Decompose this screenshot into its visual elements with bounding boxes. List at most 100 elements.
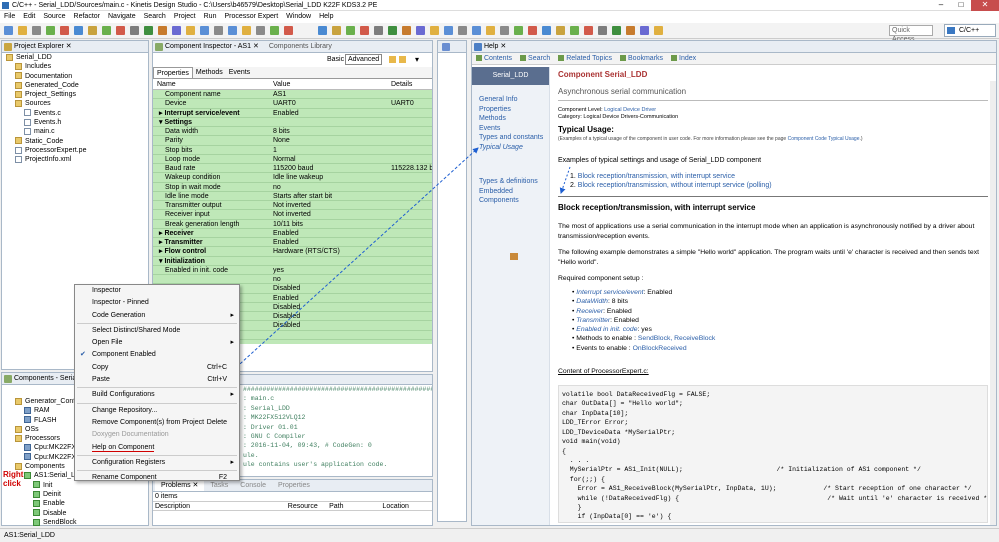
- property-value[interactable]: Disabled: [273, 312, 391, 320]
- description-column-header[interactable]: Description: [153, 502, 286, 510]
- context-component-enabled[interactable]: ✔ Component Enabled: [75, 349, 239, 361]
- property-row[interactable]: Stop in wait mode no: [153, 183, 432, 192]
- level-link[interactable]: Logical Device Driver: [604, 107, 656, 113]
- context-build-configurations[interactable]: Build Configurations ▸: [75, 389, 239, 401]
- help-index-button[interactable]: Index: [671, 53, 696, 64]
- path-column-header[interactable]: Path: [327, 502, 380, 510]
- property-value[interactable]: Normal: [273, 155, 391, 163]
- property-row[interactable]: Transmitter output Not inverted: [153, 201, 432, 211]
- menu-window[interactable]: Window: [282, 11, 315, 23]
- property-row[interactable]: ▸ Receiver Enabled: [153, 229, 432, 238]
- events-tab[interactable]: Events: [226, 67, 253, 78]
- toolbar-button-icon[interactable]: [542, 26, 551, 35]
- problems-tab-console[interactable]: Console: [234, 480, 272, 491]
- tree-item-processorexpert-pe[interactable]: ProcessorExpert.pe: [2, 146, 148, 155]
- property-row[interactable]: Loop mode Normal: [153, 155, 432, 164]
- context-select-distinct-shared-mode[interactable]: Select Distinct/Shared Mode: [75, 325, 239, 337]
- property-row[interactable]: Receiver input Not inverted: [153, 210, 432, 220]
- resource-column-header[interactable]: Resource: [286, 502, 327, 510]
- toolbar-button-icon[interactable]: [200, 26, 209, 35]
- toolbar-button-icon[interactable]: [88, 26, 97, 35]
- toolbar-button-icon[interactable]: [612, 26, 621, 35]
- menu-edit[interactable]: Edit: [19, 11, 39, 23]
- property-value[interactable]: yes: [273, 266, 391, 274]
- menu-navigate[interactable]: Navigate: [104, 11, 140, 23]
- toolbar-button-icon[interactable]: [186, 26, 195, 35]
- toolbar-button-icon[interactable]: [458, 26, 467, 35]
- menu-file[interactable]: File: [0, 11, 19, 23]
- property-value[interactable]: no: [273, 183, 391, 191]
- nav-link-general-info[interactable]: General Info: [479, 95, 549, 105]
- toolbar-button-icon[interactable]: [514, 26, 523, 35]
- close-window-button[interactable]: ✕: [971, 0, 999, 11]
- property-value[interactable]: 1: [273, 146, 391, 154]
- minimize-button[interactable]: –: [931, 0, 951, 11]
- toolbar-button-icon[interactable]: [570, 26, 579, 35]
- problems-tab-properties[interactable]: Properties: [272, 480, 316, 491]
- property-row[interactable]: no: [153, 275, 432, 285]
- methods-tab[interactable]: Methods: [193, 67, 226, 78]
- perspective-cpp-button[interactable]: C/C++: [944, 24, 996, 37]
- context-rename-component[interactable]: Rename Component F2: [75, 472, 239, 484]
- example-link[interactable]: Block reception/transmission, without in…: [578, 182, 772, 189]
- property-value[interactable]: no: [273, 275, 391, 283]
- tree-item-disable[interactable]: Disable: [2, 509, 148, 518]
- tree-item-generated-code[interactable]: Generated_Code: [2, 81, 148, 90]
- tree-item-project-settings[interactable]: Project_Settings: [2, 90, 148, 99]
- toolbar-button-icon[interactable]: [640, 26, 649, 35]
- toolbar-button-icon[interactable]: [654, 26, 663, 35]
- requirement-link[interactable]: SendBlock, ReceiveBlock: [638, 335, 715, 342]
- menu-project[interactable]: Project: [170, 11, 200, 23]
- properties-tab[interactable]: Properties: [153, 67, 193, 78]
- back-arrow-icon[interactable]: [389, 56, 396, 63]
- property-value[interactable]: Disabled: [273, 321, 391, 329]
- toolbar-button-icon[interactable]: [144, 26, 153, 35]
- toolbar-button-icon[interactable]: [584, 26, 593, 35]
- property-value[interactable]: [273, 257, 391, 265]
- toolbar-button-icon[interactable]: [486, 26, 495, 35]
- details-column-header[interactable]: Details: [391, 79, 432, 89]
- tree-item-sendblock[interactable]: SendBlock: [2, 518, 148, 527]
- context-inspector-pinned[interactable]: Inspector - Pinned: [75, 297, 239, 309]
- quick-access-input[interactable]: Quick Access: [889, 25, 933, 43]
- context-configuration-registers[interactable]: Configuration Registers ▸: [75, 457, 239, 469]
- toolbar-button-icon[interactable]: [214, 26, 223, 35]
- toolbar-button-icon[interactable]: [256, 26, 265, 35]
- menu-help[interactable]: Help: [315, 11, 337, 23]
- toolbar-button-icon[interactable]: [402, 26, 411, 35]
- property-row[interactable]: ▸ Interrupt service/event Enabled: [153, 109, 432, 118]
- property-value[interactable]: Hardware (RTS/CTS): [273, 247, 391, 255]
- forward-arrow-icon[interactable]: [399, 56, 406, 63]
- property-value[interactable]: UART0: [273, 99, 391, 107]
- context-inspector[interactable]: Inspector: [75, 285, 239, 297]
- context-paste[interactable]: Paste Ctrl+V: [75, 374, 239, 386]
- context-open-file[interactable]: Open File ▸: [75, 337, 239, 349]
- tree-item-projectinfo-xml[interactable]: ProjectInfo.xml: [2, 155, 148, 164]
- tree-item-deinit[interactable]: Deinit: [2, 490, 148, 499]
- nav-link-types-and-constants[interactable]: Types and constants: [479, 133, 549, 143]
- property-value[interactable]: Not inverted: [273, 210, 391, 218]
- property-value[interactable]: Enabled: [273, 109, 391, 117]
- property-row[interactable]: ▾ Settings: [153, 118, 432, 127]
- toolbar-button-icon[interactable]: [346, 26, 355, 35]
- toolbar-button-icon[interactable]: [116, 26, 125, 35]
- toolbar-button-icon[interactable]: [626, 26, 635, 35]
- value-column-header[interactable]: Value: [273, 79, 391, 89]
- toolbar-button-icon[interactable]: [102, 26, 111, 35]
- toolbar-button-icon[interactable]: [130, 26, 139, 35]
- toolbar-button-icon[interactable]: [318, 26, 327, 35]
- toolbar-button-icon[interactable]: [374, 26, 383, 35]
- help-related-topics-button[interactable]: Related Topics: [558, 53, 612, 64]
- nav-link-properties[interactable]: Properties: [479, 105, 549, 115]
- context-help-on-component[interactable]: Help on Component: [75, 442, 239, 454]
- property-row[interactable]: Baud rate 115200 baud 115228.132 b: [153, 164, 432, 174]
- help-tab[interactable]: Help ✕: [472, 41, 996, 53]
- tree-item-enable[interactable]: Enable: [2, 499, 148, 508]
- nav-link-embedded-components[interactable]: Embedded Components: [479, 187, 549, 205]
- toolbar-button-icon[interactable]: [60, 26, 69, 35]
- tree-item-main-c[interactable]: main.c: [2, 127, 148, 136]
- property-value[interactable]: [273, 331, 391, 339]
- menu-processor-expert[interactable]: Processor Expert: [220, 11, 282, 23]
- toolbar-button-icon[interactable]: [172, 26, 181, 35]
- property-value[interactable]: 115200 baud: [273, 164, 391, 172]
